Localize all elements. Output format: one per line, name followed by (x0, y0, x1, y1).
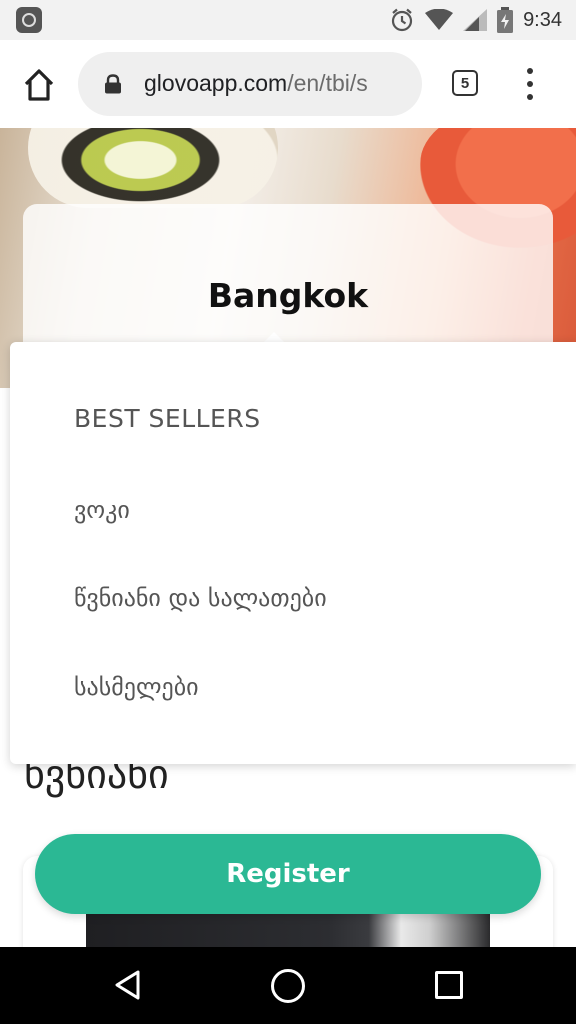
back-icon[interactable] (112, 969, 144, 1001)
category-dropdown: BEST SELLERS ვოკი წვნიანი და სალათები სა… (10, 342, 576, 764)
category-item-soups-salads[interactable]: წვნიანი და სალათები (74, 584, 327, 612)
system-nav-bar (0, 947, 576, 1024)
wifi-icon (425, 9, 454, 30)
url-text: glovoapp.com/en/tbi/s (144, 70, 368, 97)
tabs-icon[interactable]: 5 (452, 70, 478, 96)
category-item-best-sellers[interactable]: BEST SELLERS (74, 404, 261, 433)
home-icon[interactable] (20, 66, 58, 104)
store-name: Bangkok (207, 276, 369, 315)
browser-toolbar: glovoapp.com/en/tbi/s 5 (0, 40, 576, 128)
product-image (86, 912, 490, 952)
category-item-wok[interactable]: ვოკი (74, 496, 130, 524)
tab-count: 5 (460, 74, 470, 92)
more-vert-icon[interactable] (518, 66, 542, 102)
signal-icon (463, 9, 488, 31)
home-circle-icon[interactable] (271, 969, 305, 1003)
status-icons: 9:34 (389, 6, 562, 34)
register-button[interactable]: Register (35, 834, 541, 914)
status-bar: 9:34 (0, 0, 576, 40)
url-domain: glovoapp.com (144, 70, 288, 96)
battery-icon (497, 7, 514, 33)
mi-icon (16, 7, 42, 33)
url-path: /en/tbi/s (287, 70, 368, 96)
status-time: 9:34 (523, 8, 562, 31)
lock-icon (105, 74, 121, 94)
category-item-drinks[interactable]: სასმელები (74, 673, 199, 701)
alarm-icon (391, 8, 413, 32)
address-bar[interactable]: glovoapp.com/en/tbi/s (78, 52, 422, 116)
recents-icon[interactable] (435, 971, 463, 999)
sushi-image (28, 128, 278, 208)
